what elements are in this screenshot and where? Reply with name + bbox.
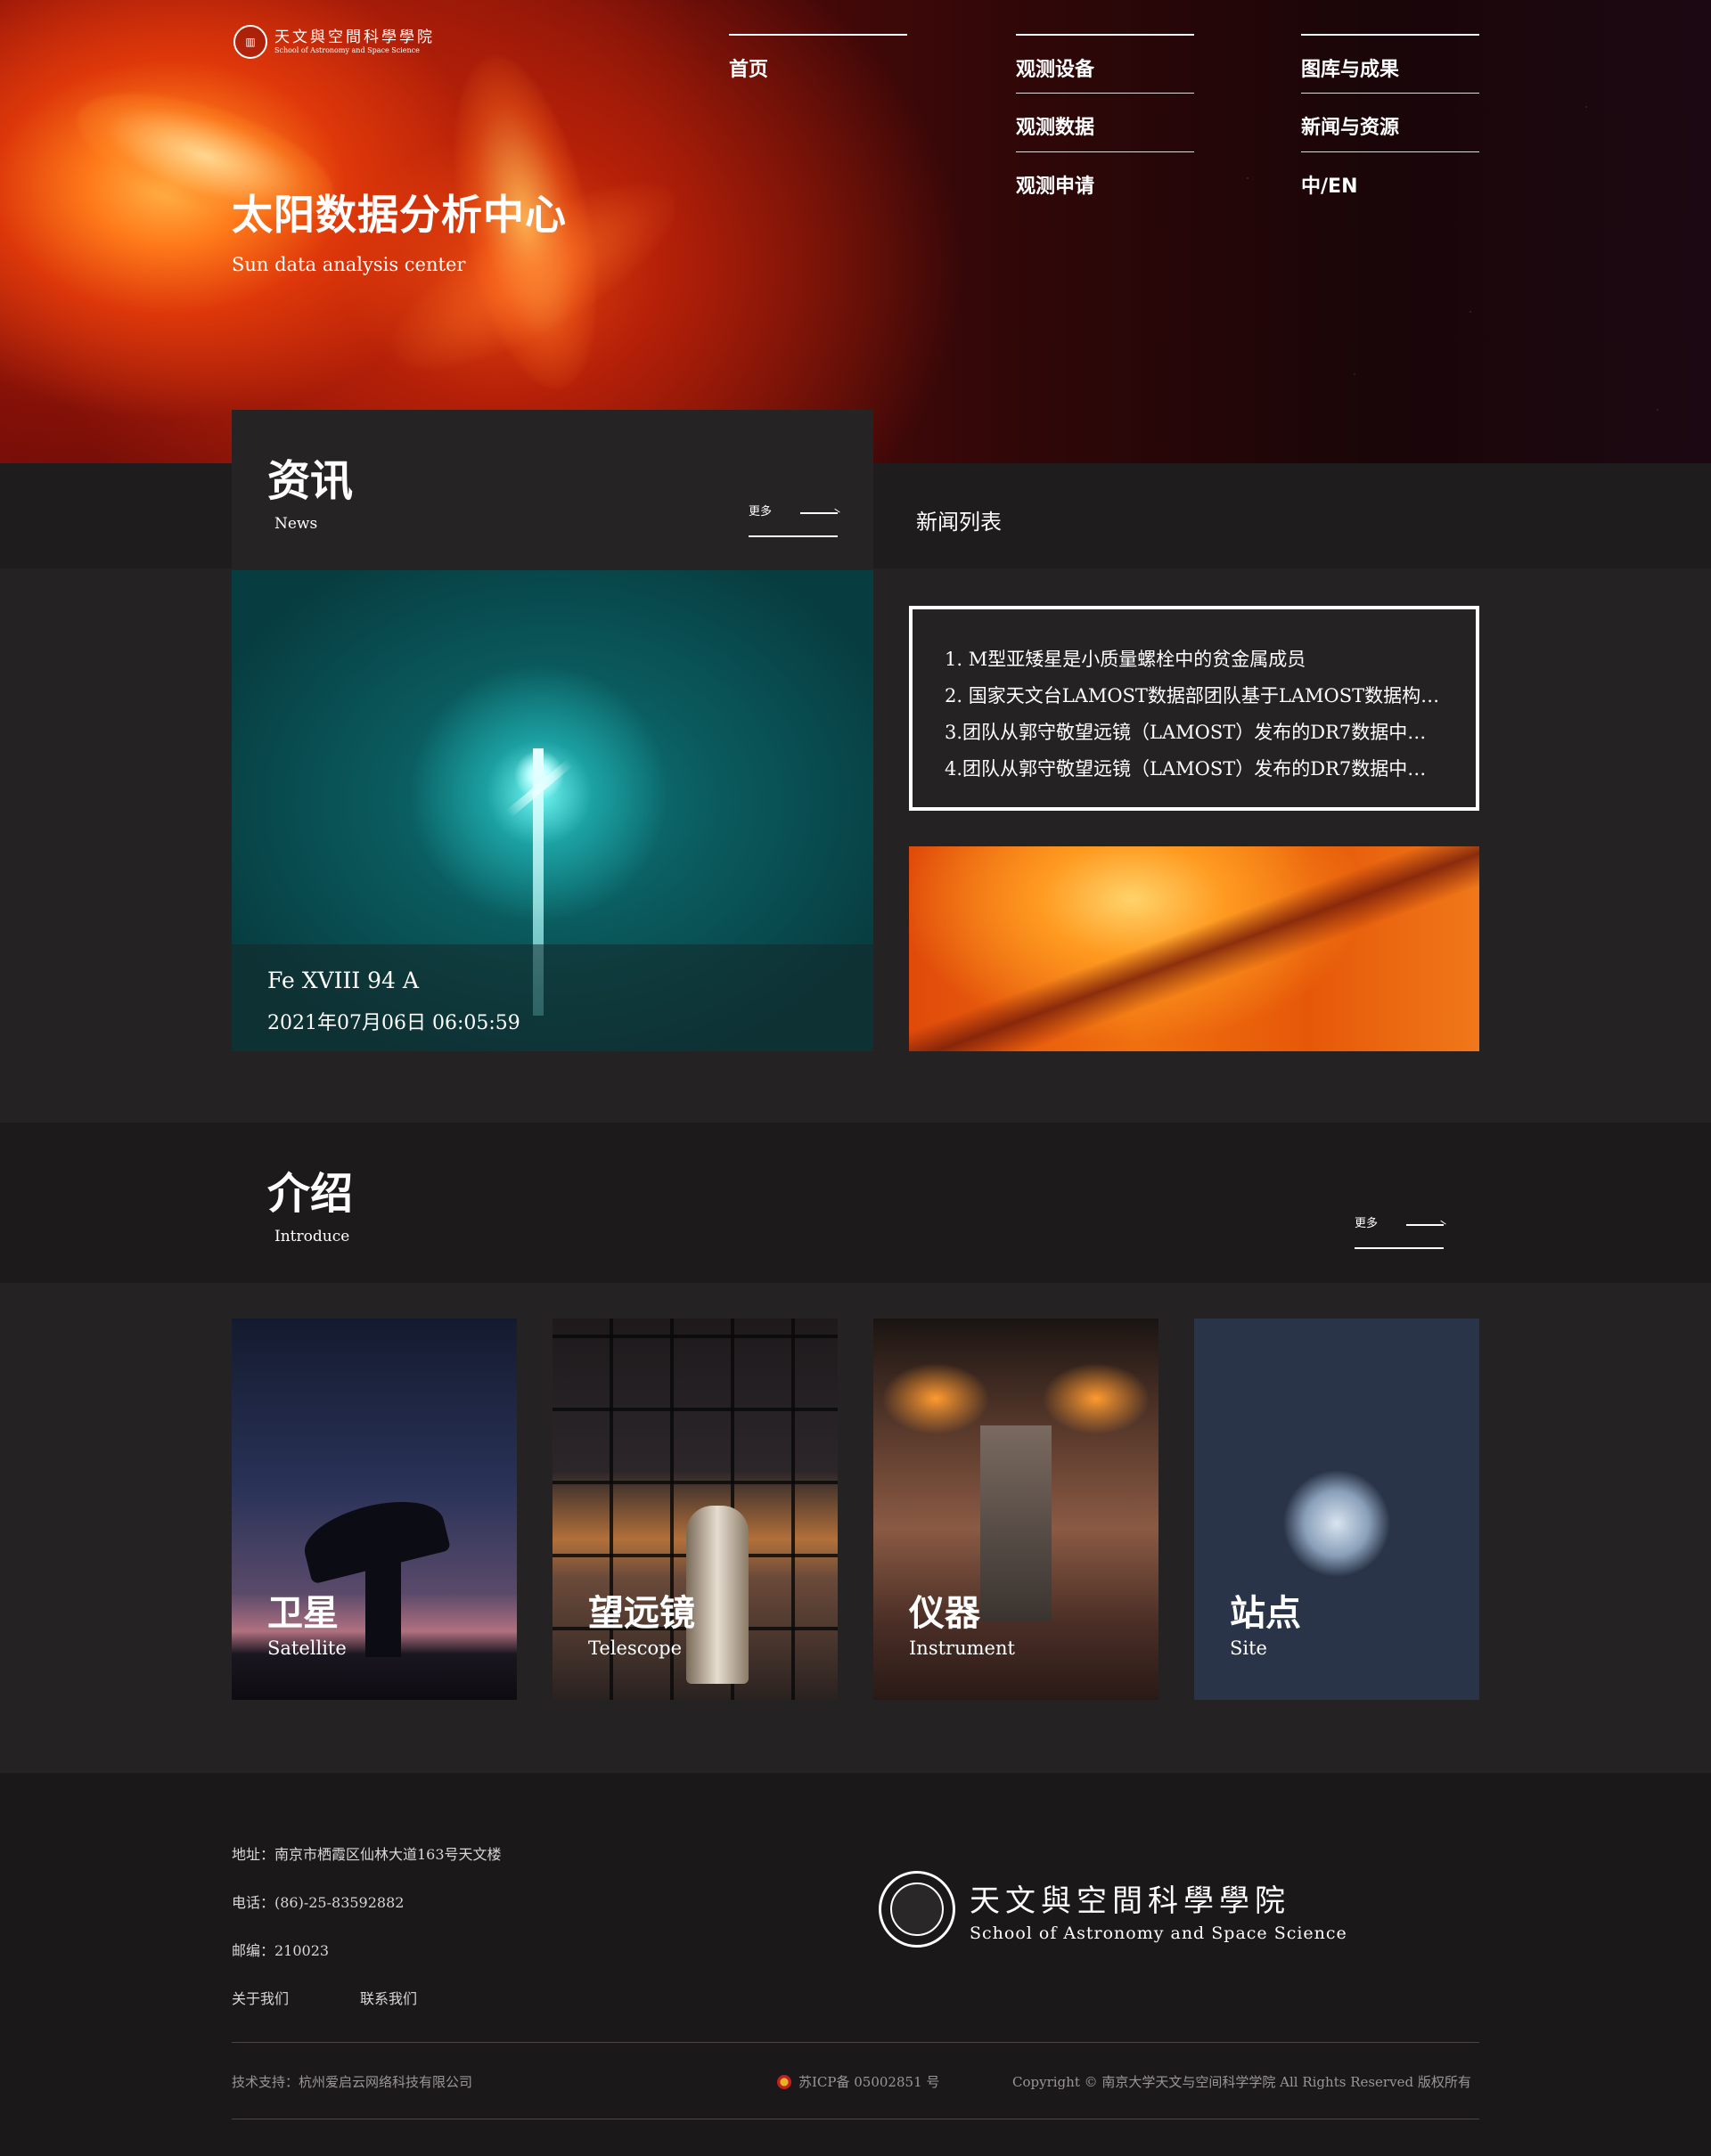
page-subtitle: Sun data analysis center	[232, 254, 466, 275]
footer-address: 地址：南京市栖霞区仙林大道163号天文楼	[232, 1846, 502, 1863]
footer-logo-name-cn: 天文與空間科學學院	[970, 1882, 1290, 1919]
more-label: 更多	[749, 505, 773, 519]
footer-phone: 电话：(86)-25-83592882	[232, 1894, 405, 1911]
intro-section-title: 介绍	[267, 1169, 354, 1219]
nav-gallery-results[interactable]: 图库与成果	[1301, 34, 1479, 93]
card-title: 卫星	[267, 1592, 339, 1634]
footer-postcode: 邮编：210023	[232, 1942, 330, 1959]
image-caption: Fe XVIII 94 A 2021年07月06日 06:05:59	[232, 944, 873, 1051]
nav-observation-application[interactable]: 观测申请	[1016, 151, 1194, 210]
intro-card-instrument[interactable]: 仪器 Instrument	[873, 1319, 1158, 1700]
news-list-item[interactable]: 3.团队从郭守敬望远镜（LAMOST）发布的DR7数据中分辨…	[945, 715, 1444, 751]
news-list-label: 新闻列表	[916, 510, 1002, 535]
intro-card-telescope[interactable]: 望远镜 Telescope	[553, 1319, 838, 1700]
logo-name-cn: 天文與空間科學學院	[274, 29, 435, 46]
nav-home[interactable]: 首页	[729, 34, 907, 93]
news-list-item[interactable]: 4.团队从郭守敬望远镜（LAMOST）发布的DR7数据中分辨…	[945, 751, 1444, 788]
card-subtitle: Satellite	[267, 1637, 347, 1659]
footer-contact-link[interactable]: 联系我们	[360, 1987, 417, 2008]
school-logo[interactable]: ▥ 天文與空間科學學院 School of Astronomy and Spac…	[233, 25, 435, 59]
footer-copyright: Copyright © 南京大学天文与空间科学学院 All Rights Res…	[1012, 2074, 1471, 2090]
main-nav-column-2: 观测设备 观测数据 观测申请	[1016, 34, 1194, 210]
image-caption-title: Fe XVIII 94 A	[267, 968, 419, 993]
news-list-item[interactable]: 1. M型亚矮星是小质量螺栓中的贫金属成员	[945, 641, 1444, 678]
footer-school-logo[interactable]: 天文與空間科學學院 School of Astronomy and Space …	[879, 1871, 1347, 1948]
intro-more-link[interactable]: 更多	[1355, 1213, 1444, 1249]
main-nav-column-1: 首页	[729, 34, 907, 93]
school-seal-icon	[879, 1871, 955, 1948]
card-title: 仪器	[909, 1592, 980, 1634]
intro-section-subtitle: Introduce	[274, 1228, 350, 1245]
nav-news-resources[interactable]: 新闻与资源	[1301, 93, 1479, 151]
card-title: 站点	[1230, 1592, 1301, 1634]
news-list: 1. M型亚矮星是小质量螺栓中的贫金属成员 2. 国家天文台LAMOST数据部团…	[909, 606, 1479, 811]
intro-card-site[interactable]: 站点 Site	[1194, 1319, 1479, 1700]
news-section-subtitle: News	[274, 515, 318, 533]
news-list-item[interactable]: 2. 国家天文台LAMOST数据部团队基于LAMOST数据构建…	[945, 678, 1444, 715]
solar-prominence-image[interactable]	[909, 846, 1479, 1051]
footer-divider	[232, 2042, 1479, 2043]
footer-tech-support: 技术支持：杭州爱启云网络科技有限公司	[232, 2074, 473, 2090]
card-subtitle: Instrument	[909, 1637, 1015, 1659]
card-subtitle: Telescope	[588, 1637, 682, 1659]
news-heading-box: 资讯 News 更多	[232, 410, 873, 570]
footer-logo-name-en: School of Astronomy and Space Science	[970, 1923, 1347, 1943]
footer-icp[interactable]: 苏ICP备 05002851 号	[777, 2072, 939, 2091]
telescope-graphic	[686, 1506, 749, 1684]
radio-dish-graphic	[365, 1559, 401, 1657]
more-label: 更多	[1355, 1217, 1379, 1230]
image-caption-date: 2021年07月06日 06:05:59	[267, 1012, 520, 1034]
footer-icp-text: 苏ICP备 05002851 号	[798, 2074, 940, 2090]
nav-language-switch[interactable]: 中/EN	[1301, 151, 1479, 210]
school-seal-icon: ▥	[233, 25, 267, 59]
intro-card-satellite[interactable]: 卫星 Satellite	[232, 1319, 517, 1700]
featured-solar-image[interactable]: Fe XVIII 94 A 2021年07月06日 06:05:59	[232, 570, 873, 1051]
arrow-right-icon	[800, 512, 838, 514]
main-nav-column-3: 图库与成果 新闻与资源 中/EN	[1301, 34, 1479, 210]
page-title: 太阳数据分析中心	[232, 191, 567, 239]
footer-about-link[interactable]: 关于我们	[232, 1987, 289, 2008]
news-more-link[interactable]: 更多	[749, 502, 838, 537]
nav-observation-data[interactable]: 观测数据	[1016, 93, 1194, 151]
news-section-title: 资讯	[267, 456, 354, 506]
nav-observation-equipment[interactable]: 观测设备	[1016, 34, 1194, 93]
arrow-right-icon	[1406, 1224, 1444, 1226]
logo-name-en: School of Astronomy and Space Science	[274, 46, 420, 54]
instrument-panel-graphic	[980, 1425, 1052, 1621]
intro-header-band: 介绍 Introduce 更多	[0, 1123, 1711, 1283]
card-title: 望远镜	[588, 1592, 695, 1634]
footer	[0, 1773, 1711, 2156]
card-subtitle: Site	[1230, 1637, 1267, 1659]
police-badge-icon	[777, 2075, 791, 2089]
